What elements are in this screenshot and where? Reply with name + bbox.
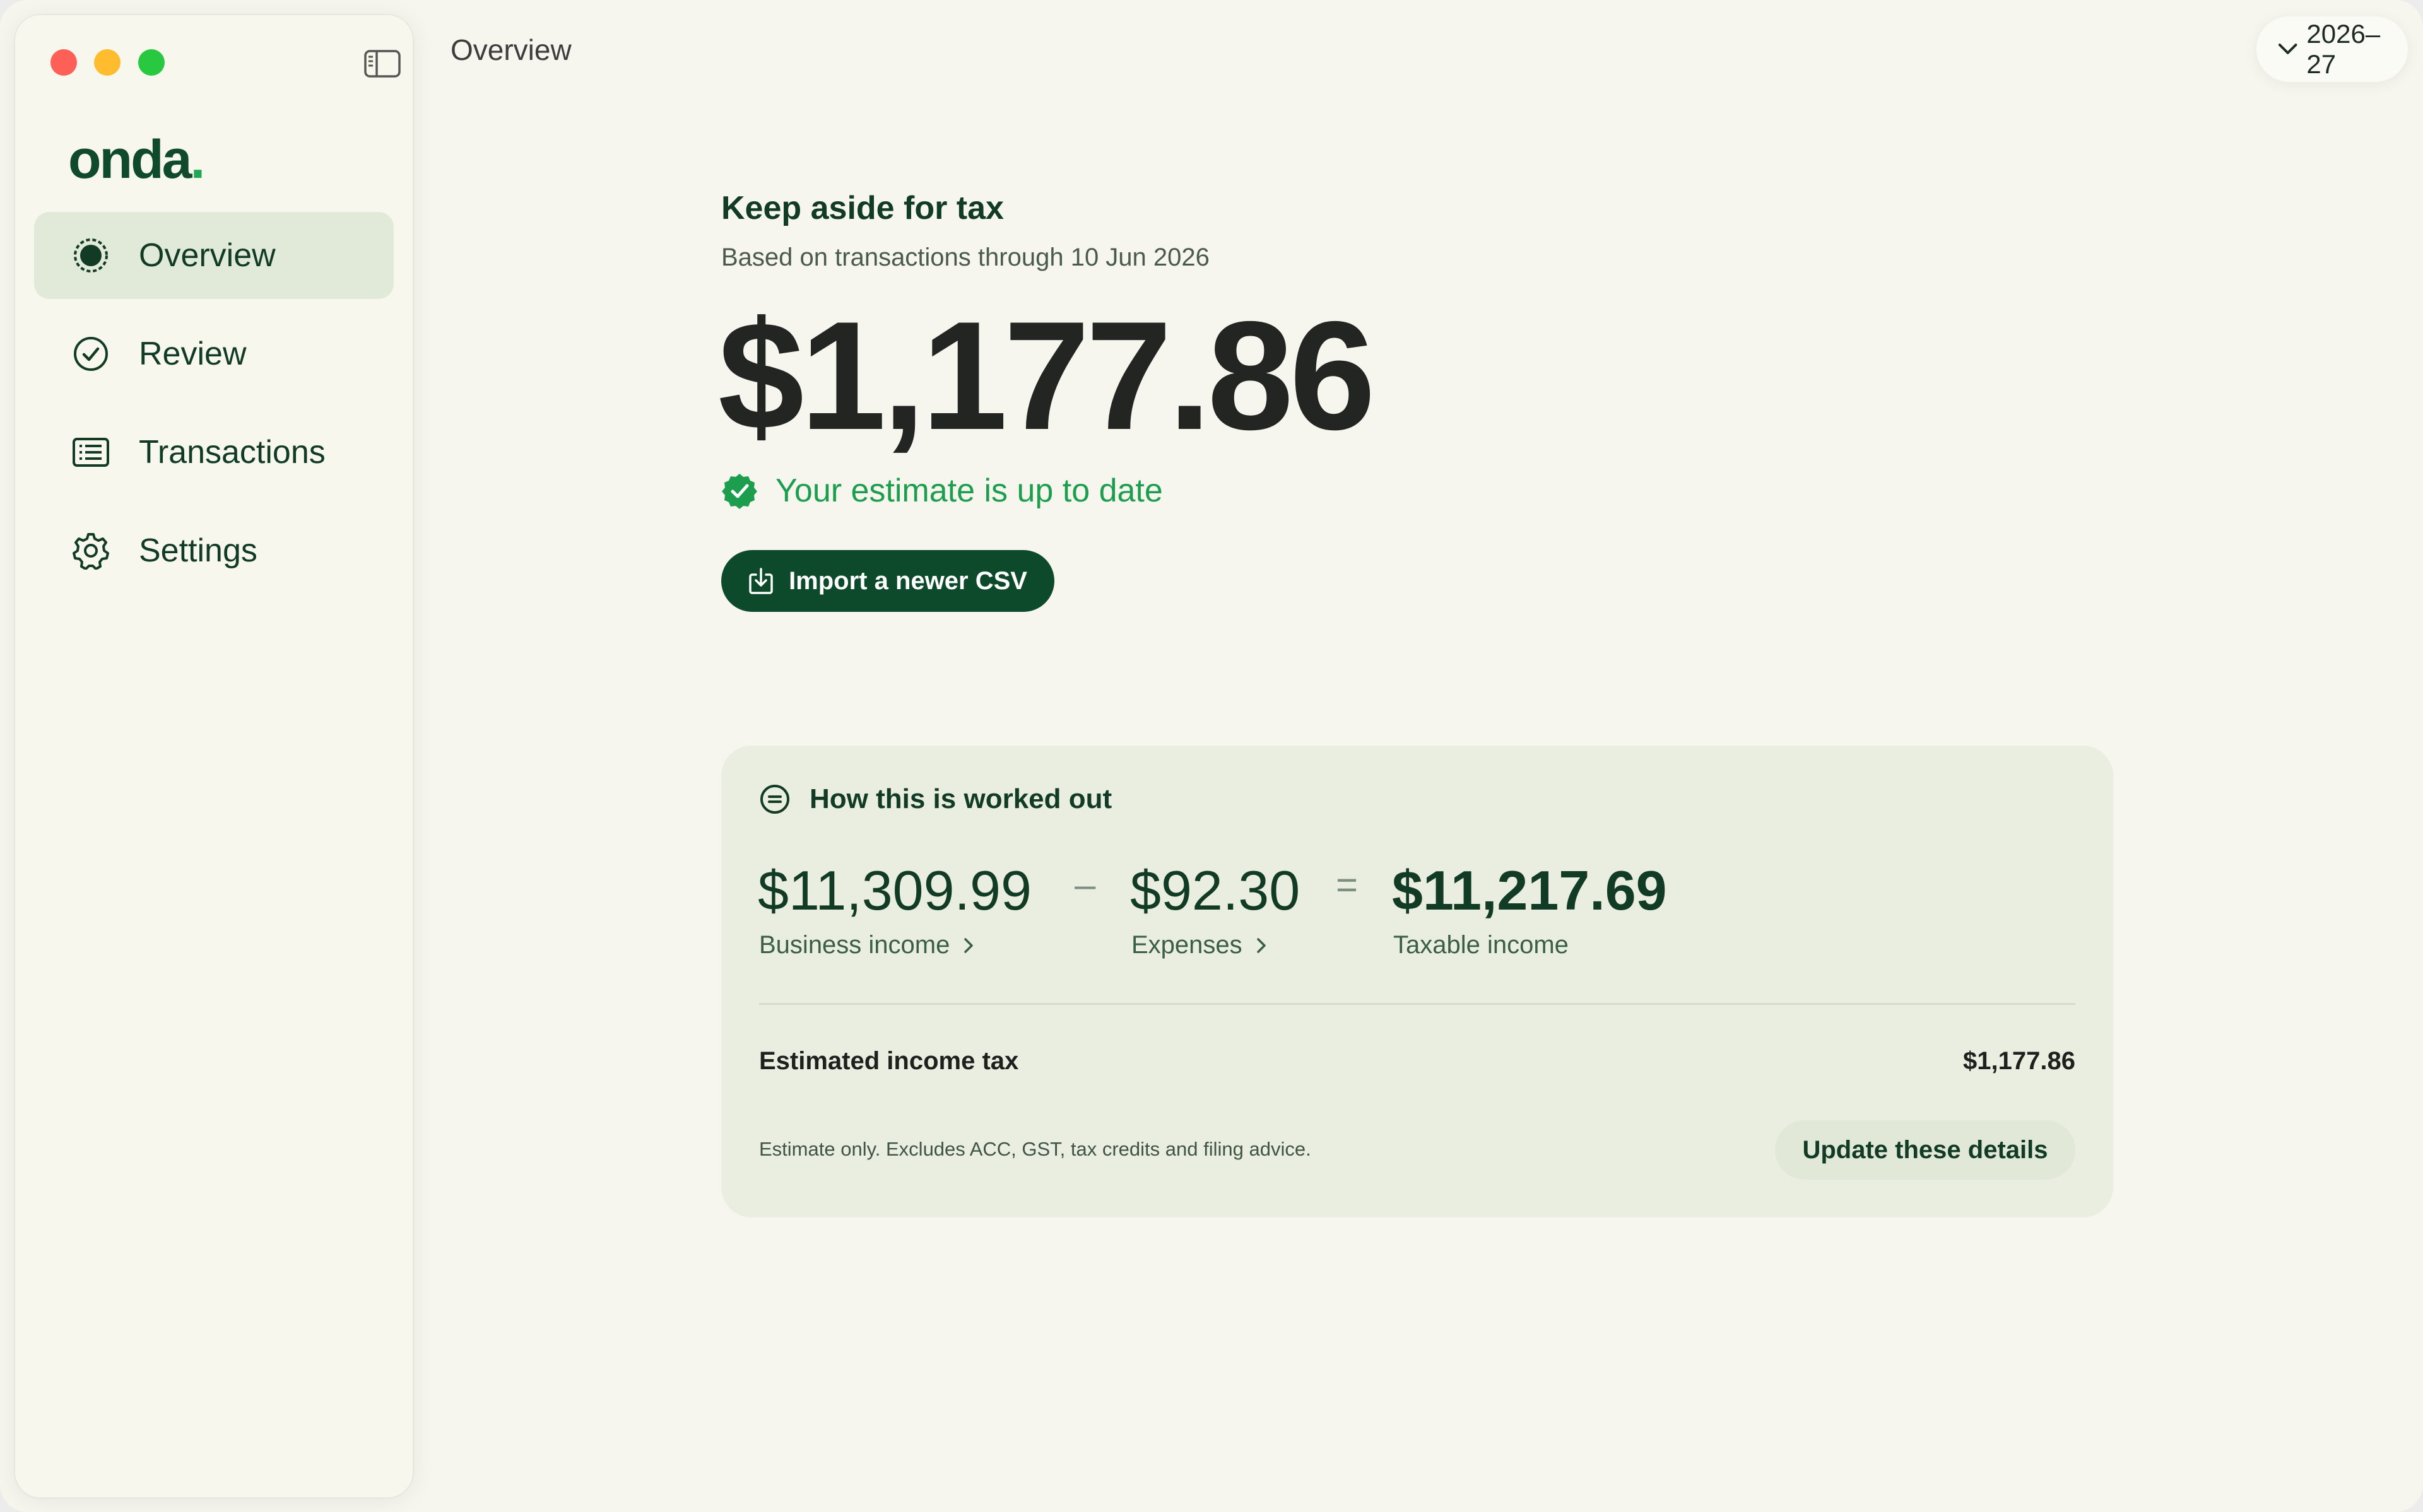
sidebar-item-overview[interactable]: Overview [34,212,394,299]
business-income-amount: $11,309.99 [758,859,1032,922]
app-window: onda. Overview Review Transactions Setti… [0,0,2423,1512]
equals-circle-icon [760,785,789,814]
sidebar-item-review[interactable]: Review [34,310,394,397]
window-minimize-button[interactable] [94,49,121,76]
taxable-income-amount: $11,217.69 [1392,859,1667,922]
window-close-button[interactable] [50,49,77,76]
estimated-tax-value: $1,177.86 [1963,1047,2075,1075]
check-circle-icon [74,337,108,371]
business-income-link[interactable]: Business income [759,931,975,959]
sidebar-item-transactions[interactable]: Transactions [34,409,394,496]
sidebar-item-label: Overview [139,237,276,274]
disclaimer-text: Estimate only. Excludes ACC, GST, tax cr… [759,1138,1311,1160]
list-icon [73,438,109,467]
breakdown-header: How this is worked out [759,783,1112,815]
chevron-down-icon [2278,44,2297,54]
import-csv-button[interactable]: Import a newer CSV [721,550,1054,612]
summary-title: Keep aside for tax [721,190,1004,226]
divider [759,1003,2075,1005]
sidebar-toggle-button[interactable] [363,49,401,78]
verified-badge-icon [722,474,757,509]
sidebar-item-label: Settings [139,532,257,569]
estimate-status-text: Your estimate is up to date [775,472,1163,509]
sidebar: onda. Overview Review Transactions Setti… [15,15,413,1497]
breakdown-card: How this is worked out $11,309.99 – $92.… [721,746,2113,1217]
expenses-amount: $92.30 [1130,859,1300,922]
sidebar-toggle-icon [364,50,401,78]
summary-subtitle: Based on transactions through 10 Jun 202… [721,243,1210,271]
sidebar-item-label: Review [139,336,247,372]
gear-icon [73,533,109,570]
estimate-status: Your estimate is up to date [721,472,1163,510]
sidebar-item-label: Transactions [139,434,326,471]
window-zoom-button[interactable] [138,49,165,76]
breakdown-title: How this is worked out [810,783,1112,814]
sidebar-item-settings[interactable]: Settings [34,507,394,594]
tax-amount: $1,177.86 [718,289,1376,462]
year-selector[interactable]: 2026–27 [2256,16,2408,82]
overview-icon [74,238,108,273]
equals-operator: = [1336,864,1359,906]
logo-text: onda [68,129,192,190]
import-csv-label: Import a newer CSV [789,566,1027,595]
chevron-right-icon [964,937,974,953]
minus-operator: – [1075,864,1096,906]
update-details-button[interactable]: Update these details [1775,1120,2075,1180]
page-title: Overview [451,33,572,66]
app-logo: onda. [68,129,205,191]
taxable-income-label: Taxable income [1393,931,1569,959]
expenses-link[interactable]: Expenses [1131,931,1268,959]
import-icon [749,568,773,594]
expenses-label: Expenses [1131,931,1242,959]
chevron-right-icon [1256,937,1266,953]
estimated-tax-label: Estimated income tax [759,1047,1019,1075]
business-income-label: Business income [759,931,950,959]
logo-dot: . [190,129,205,190]
year-selector-value: 2026–27 [2306,19,2381,79]
